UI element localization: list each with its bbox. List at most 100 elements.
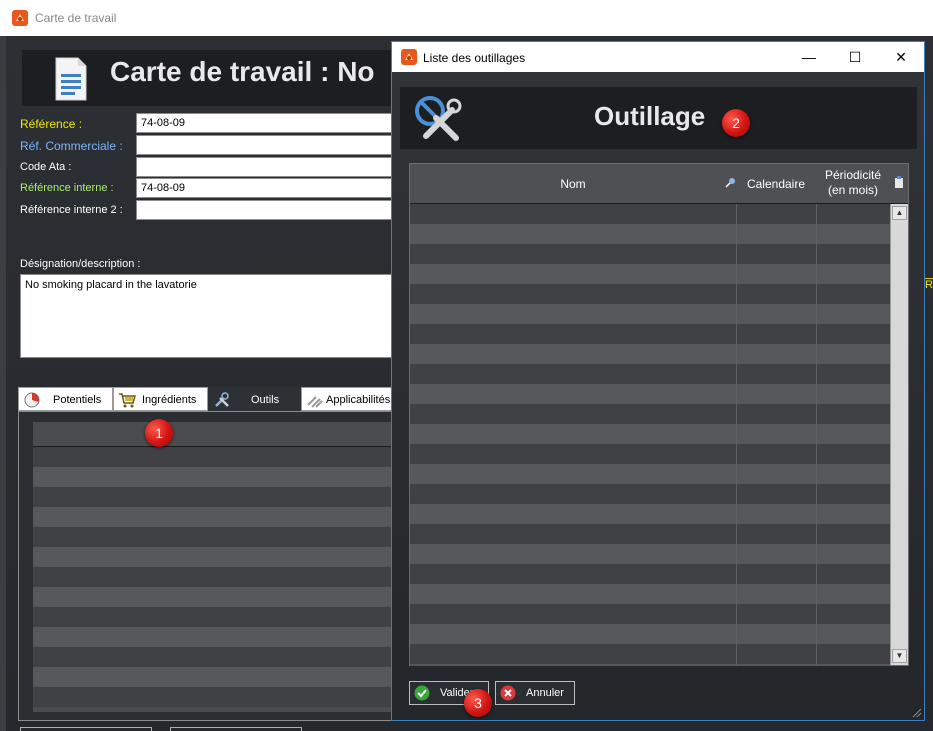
table-row[interactable] <box>33 527 395 547</box>
maximize-button[interactable]: ☐ <box>832 42 878 72</box>
reference-input[interactable]: 74-08-09 <box>136 113 396 133</box>
table-row[interactable] <box>410 244 890 264</box>
table-row[interactable] <box>33 647 395 667</box>
grid-header: Nom Calendaire Périodicité (en mois) <box>410 164 908 204</box>
tab-applicabilites-label: Applicabilités <box>326 394 391 406</box>
outils-grid-header <box>33 422 395 447</box>
table-row[interactable] <box>33 567 395 587</box>
bottom-button-right[interactable] <box>170 727 302 731</box>
dialog-title: Liste des outillages <box>423 51 526 65</box>
ref-commerciale-input[interactable] <box>136 135 396 155</box>
grid-column-divider <box>736 204 737 666</box>
table-row[interactable] <box>410 504 890 524</box>
app-logo-icon <box>12 10 28 26</box>
column-header-calendaire-label: Calendaire <box>746 177 806 191</box>
table-row[interactable] <box>410 364 890 384</box>
dialog-header-banner: Outillage <box>400 87 917 149</box>
table-row[interactable] <box>33 507 395 527</box>
table-row[interactable] <box>410 484 890 504</box>
table-row[interactable] <box>410 264 890 284</box>
tab-potentiels-label: Potentiels <box>53 394 102 406</box>
ref-interne2-label: Référence interne 2 : <box>20 204 123 216</box>
table-row[interactable] <box>33 667 395 687</box>
table-row[interactable] <box>410 324 890 344</box>
table-row[interactable] <box>410 384 890 404</box>
code-ata-input[interactable] <box>136 157 396 177</box>
grid-column-divider <box>816 204 817 666</box>
column-header-nom[interactable]: Nom <box>410 164 736 204</box>
column-header-periodicite[interactable]: Périodicité (en mois) <box>816 164 890 204</box>
main-header-banner: Carte de travail : No <box>22 50 422 106</box>
table-row[interactable] <box>410 224 890 244</box>
dialog-titlebar: Liste des outillages — ☐ ✕ <box>392 42 924 72</box>
table-row[interactable] <box>410 604 890 624</box>
table-row[interactable] <box>33 547 395 567</box>
table-row[interactable] <box>33 607 395 627</box>
tab-ingredients-label: Ingrédients <box>142 394 197 406</box>
tab-outils-label: Outils <box>251 394 280 406</box>
cart-icon <box>119 393 136 408</box>
resize-grip-icon[interactable] <box>912 708 922 718</box>
table-row[interactable] <box>410 444 890 464</box>
outillage-dialog: Liste des outillages — ☐ ✕ Outillage Nom… <box>391 41 925 721</box>
tab-ingredients[interactable]: Ingrédients <box>113 387 208 411</box>
annuler-button[interactable]: Annuler <box>495 681 575 705</box>
annotation-badge-2: 2 <box>722 109 750 137</box>
table-row[interactable] <box>410 344 890 364</box>
tab-applicabilites[interactable]: Applicabilités <box>301 387 396 411</box>
main-page-title: Carte de travail : No <box>110 56 375 87</box>
table-row[interactable] <box>410 584 890 604</box>
tab-outils[interactable]: Outils <box>208 387 301 411</box>
table-row[interactable] <box>410 284 890 304</box>
designation-textarea[interactable]: No smoking placard in the lavatorie <box>20 274 396 358</box>
table-row[interactable] <box>410 664 890 666</box>
tools-prohibited-icon <box>415 96 462 141</box>
annuler-button-label: Annuler <box>526 687 564 699</box>
ref-interne-label: Référence interne : <box>20 182 114 194</box>
table-row[interactable] <box>410 424 890 444</box>
table-row[interactable] <box>410 564 890 584</box>
clipboard-icon[interactable] <box>890 164 908 204</box>
column-header-calendaire[interactable]: Calendaire <box>736 164 816 204</box>
scroll-up-arrow-icon[interactable]: ▲ <box>892 206 907 220</box>
table-row[interactable] <box>33 467 395 487</box>
code-ata-label: Code Ata : <box>20 161 72 173</box>
close-button[interactable]: ✕ <box>878 42 924 72</box>
app-logo-icon <box>401 49 417 65</box>
scroll-down-arrow-icon[interactable]: ▼ <box>892 649 907 663</box>
main-titlebar: Carte de travail <box>0 0 933 36</box>
table-row[interactable] <box>33 587 395 607</box>
reference-label: Référence : <box>20 117 83 131</box>
tab-potentiels[interactable]: Potentiels <box>18 387 113 411</box>
main-window-title: Carte de travail <box>35 11 117 25</box>
table-row[interactable] <box>410 304 890 324</box>
minimize-button[interactable]: — <box>786 42 832 72</box>
table-row[interactable] <box>33 487 395 507</box>
outillage-grid[interactable]: Nom Calendaire Périodicité (en mois) ▲ ▼ <box>409 163 909 666</box>
table-row[interactable] <box>410 624 890 644</box>
table-row[interactable] <box>410 524 890 544</box>
column-header-periodicite-line2: (en mois) <box>827 183 878 197</box>
outils-grid[interactable] <box>33 422 395 712</box>
table-row[interactable] <box>410 204 890 224</box>
left-edge-strip <box>0 36 6 731</box>
table-row[interactable] <box>410 544 890 564</box>
designation-label: Désignation/description : <box>20 258 141 270</box>
annotation-badge-1: 1 <box>145 419 173 447</box>
table-row[interactable] <box>410 464 890 484</box>
bottom-button-left[interactable] <box>20 727 152 731</box>
table-row[interactable] <box>33 447 395 467</box>
ref-commerciale-label: Réf. Commerciale : <box>20 139 123 153</box>
table-row[interactable] <box>33 627 395 647</box>
links-icon <box>307 396 323 408</box>
grid-vertical-scrollbar[interactable]: ▲ ▼ <box>890 204 908 665</box>
grid-body <box>410 204 890 666</box>
ref-interne-input[interactable]: 74-08-09 <box>136 178 396 198</box>
table-row[interactable] <box>33 687 395 707</box>
right-edge-label-fragment: R <box>925 278 933 298</box>
ref-interne2-input[interactable] <box>136 200 396 220</box>
outils-tab-panel <box>18 411 398 721</box>
cancel-x-icon <box>500 685 516 701</box>
table-row[interactable] <box>410 644 890 664</box>
table-row[interactable] <box>410 404 890 424</box>
